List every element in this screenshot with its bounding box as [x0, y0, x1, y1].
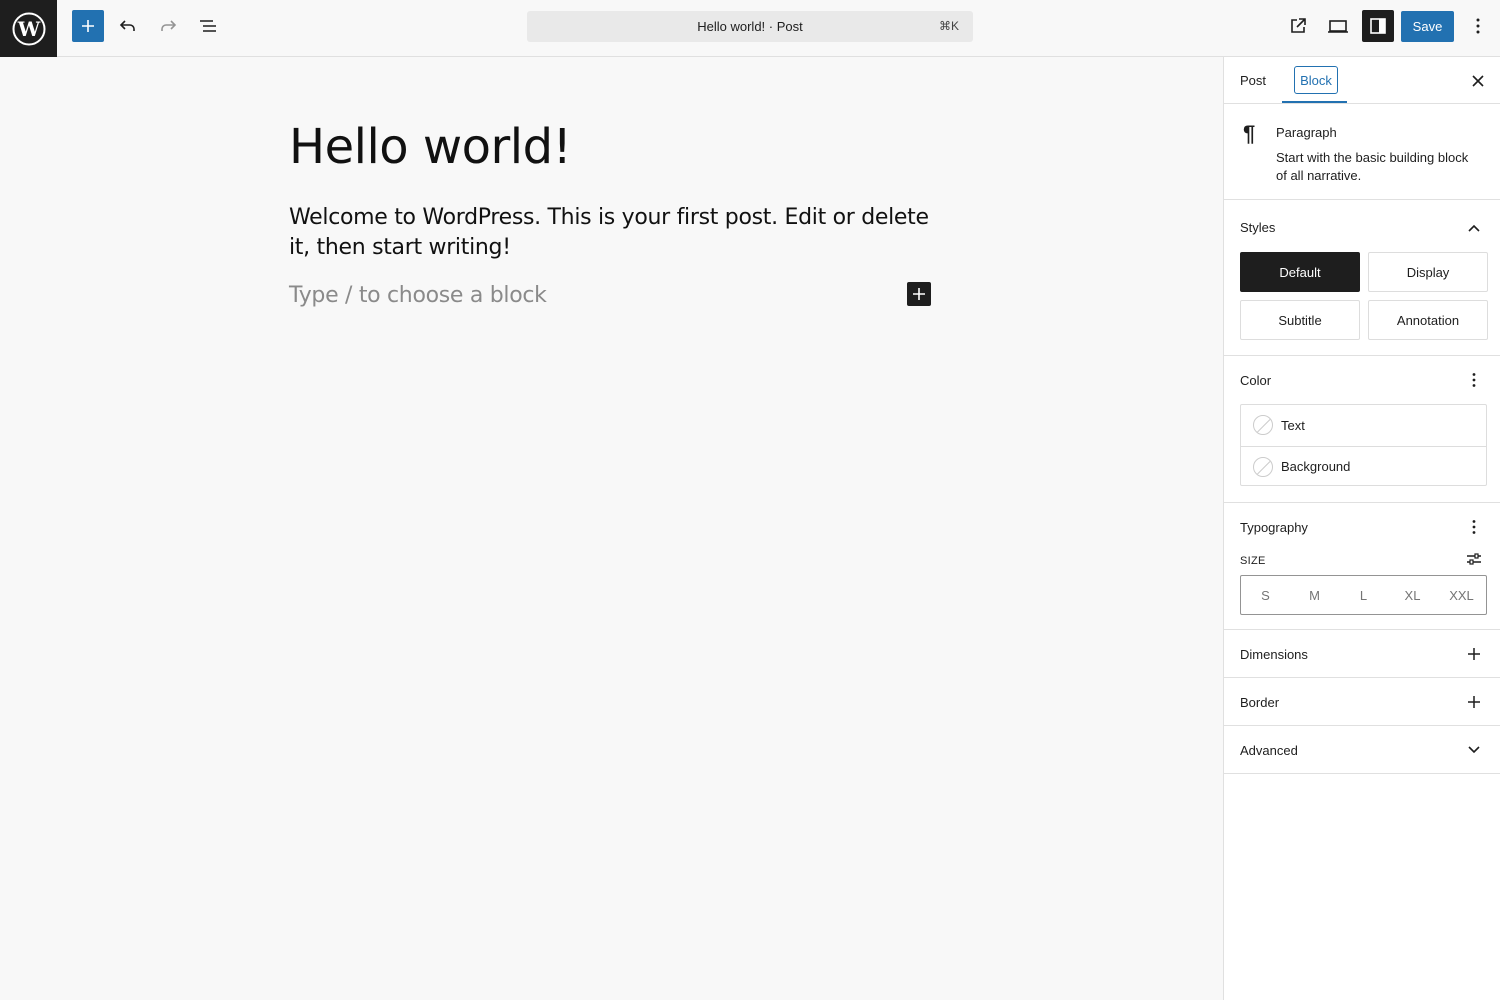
- size-option-xxl[interactable]: XXL: [1437, 576, 1486, 614]
- chevron-down-icon: [1468, 746, 1480, 754]
- text-color-label: Text: [1281, 417, 1305, 433]
- block-inserter-button[interactable]: [72, 10, 104, 42]
- dimensions-panel: Dimensions: [1224, 630, 1500, 678]
- dimensions-add-button[interactable]: [1464, 644, 1484, 664]
- border-panel-title: Border: [1240, 695, 1280, 710]
- background-color-item[interactable]: Background: [1241, 446, 1486, 486]
- settings-toggle-button[interactable]: [1362, 10, 1394, 42]
- empty-swatch-icon: [1253, 456, 1273, 477]
- block-card: ¶ Paragraph Start with the basic buildin…: [1224, 104, 1500, 200]
- style-default-button[interactable]: Default: [1240, 252, 1360, 292]
- list-view-icon: [200, 20, 216, 32]
- block-card-description: Start with the basic building block of a…: [1276, 150, 1469, 183]
- editor-header: W Hello world! · Post ⌘K Save: [0, 0, 1500, 57]
- redo-button[interactable]: [152, 10, 184, 42]
- document-overview-button[interactable]: [192, 10, 224, 42]
- external-link-icon: [1291, 18, 1306, 33]
- sidebar-icon: [1370, 18, 1386, 34]
- preview-button[interactable]: [1322, 10, 1354, 42]
- command-shortcut: ⌘K: [938, 19, 959, 33]
- background-color-label: Background: [1281, 459, 1351, 474]
- size-option-l[interactable]: L: [1339, 576, 1388, 614]
- advanced-expand-button[interactable]: [1464, 740, 1484, 760]
- color-panel-title: Color: [1240, 373, 1272, 388]
- custom-size-button[interactable]: [1464, 549, 1484, 569]
- typography-options-button[interactable]: [1464, 517, 1484, 537]
- undo-button[interactable]: [112, 10, 144, 42]
- advanced-panel[interactable]: Advanced: [1224, 726, 1500, 774]
- tab-post[interactable]: Post: [1240, 73, 1266, 88]
- advanced-panel-title[interactable]: Advanced: [1240, 743, 1298, 758]
- more-vertical-icon: [1472, 520, 1476, 534]
- document-command-bar[interactable]: Hello world! · Post ⌘K: [527, 11, 973, 42]
- empty-swatch-icon: [1253, 415, 1273, 435]
- wordpress-icon: W: [12, 12, 45, 45]
- desktop-icon: [1328, 20, 1348, 33]
- size-option-s[interactable]: S: [1241, 576, 1290, 614]
- font-size-toggle: S M L XL XXL: [1240, 575, 1487, 615]
- plus-icon: [1468, 696, 1480, 708]
- more-vertical-icon: [1476, 18, 1480, 34]
- wordpress-logo-button[interactable]: W: [0, 0, 57, 57]
- add-block-button[interactable]: [907, 282, 931, 306]
- size-option-m[interactable]: M: [1290, 576, 1339, 614]
- plus-icon: [1468, 648, 1480, 660]
- paragraph-block[interactable]: Welcome to WordPress. This is your first…: [289, 203, 939, 263]
- paragraph-icon: ¶: [1243, 121, 1256, 146]
- style-subtitle-button[interactable]: Subtitle: [1240, 300, 1360, 340]
- options-menu-button[interactable]: [1462, 10, 1494, 42]
- styles-panel-title[interactable]: Styles: [1240, 220, 1275, 235]
- more-vertical-icon: [1472, 373, 1476, 387]
- border-add-button[interactable]: [1464, 692, 1484, 712]
- style-display-button[interactable]: Display: [1368, 252, 1488, 292]
- block-card-title: Paragraph: [1276, 125, 1337, 140]
- close-sidebar-button[interactable]: [1468, 71, 1488, 91]
- color-items-group: Text Background: [1240, 404, 1487, 486]
- close-icon: [1472, 75, 1484, 87]
- post-title[interactable]: Hello world!: [289, 119, 572, 175]
- settings-sliders-icon: [1467, 553, 1481, 565]
- view-post-button[interactable]: [1282, 10, 1314, 42]
- tab-block[interactable]: Block: [1294, 66, 1338, 94]
- styles-panel: Styles Default Display Subtitle Annotati…: [1224, 200, 1500, 356]
- typography-panel: Typography SIZE S M L XL XXL: [1224, 503, 1500, 630]
- document-title: Hello world! · Post: [697, 19, 803, 34]
- chevron-up-icon: [1468, 224, 1480, 232]
- border-panel: Border: [1224, 678, 1500, 726]
- sidebar-tabs: Post Block: [1224, 57, 1500, 104]
- size-option-xl[interactable]: XL: [1388, 576, 1437, 614]
- style-annotation-button[interactable]: Annotation: [1368, 300, 1488, 340]
- svg-text:W: W: [16, 17, 40, 41]
- styles-collapse-button[interactable]: [1464, 218, 1484, 238]
- plus-icon: [82, 20, 94, 32]
- save-button[interactable]: Save: [1401, 11, 1454, 42]
- redo-icon: [161, 20, 177, 31]
- plus-icon: [913, 288, 925, 300]
- color-panel: Color Text Background: [1224, 356, 1500, 503]
- color-options-button[interactable]: [1464, 370, 1484, 390]
- size-label: SIZE: [1240, 555, 1266, 567]
- dimensions-panel-title: Dimensions: [1240, 647, 1308, 662]
- undo-icon: [119, 20, 135, 31]
- typography-panel-title: Typography: [1240, 520, 1308, 535]
- text-color-item[interactable]: Text: [1241, 405, 1486, 445]
- active-tab-indicator: [1282, 101, 1347, 103]
- editor-canvas: Hello world! Welcome to WordPress. This …: [0, 57, 1223, 1000]
- settings-sidebar: Post Block ¶ Paragraph Start with the ba…: [1223, 57, 1500, 1000]
- empty-block-placeholder[interactable]: Type / to choose a block: [289, 283, 547, 308]
